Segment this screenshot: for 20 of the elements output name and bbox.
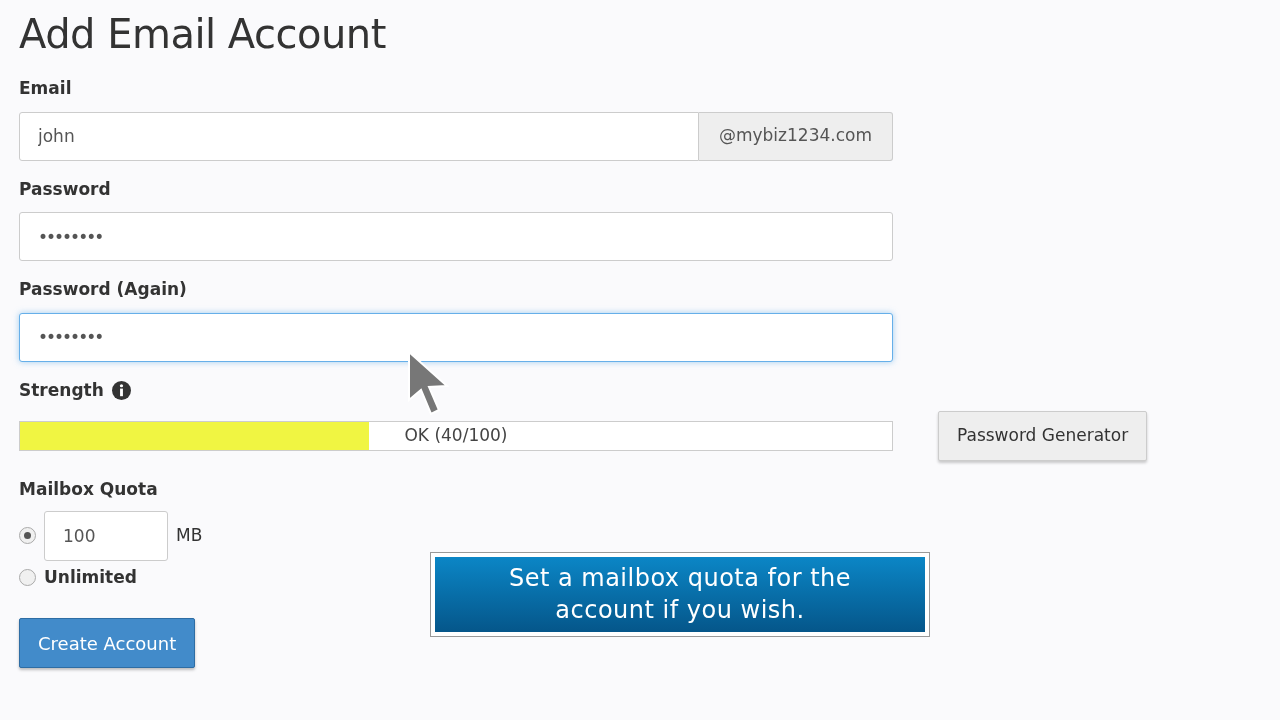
field-label: Mailbox Quota — [19, 478, 158, 501]
radio-button[interactable] — [19, 568, 36, 586]
page-title: Add Email Account — [19, 12, 387, 56]
password-field[interactable]: •••••••• — [19, 212, 893, 261]
info-icon[interactable] — [111, 380, 131, 400]
password-generator-button[interactable]: Password Generator — [938, 411, 1148, 461]
callout-text: Set a mailbox quota for the account if you wish. — [507, 563, 853, 626]
strength-reading: OK (40/100) — [404, 424, 508, 448]
field-label: Password (Again) — [19, 278, 187, 301]
radio-button[interactable] — [19, 527, 36, 544]
field-label: Strength — [19, 378, 104, 402]
option-label[interactable]: Unlimited — [44, 564, 137, 590]
email-field[interactable]: john — [19, 111, 699, 161]
password-again-field[interactable]: •••••••• — [19, 312, 893, 362]
domain-addon: @mybiz1234.com — [698, 111, 893, 161]
field-label: Password — [19, 177, 111, 201]
quota-field[interactable]: 100 — [44, 510, 168, 561]
unit-label: MB — [176, 523, 203, 547]
field-label: Email — [19, 77, 72, 100]
create-account-button[interactable]: Create Account — [19, 618, 196, 668]
